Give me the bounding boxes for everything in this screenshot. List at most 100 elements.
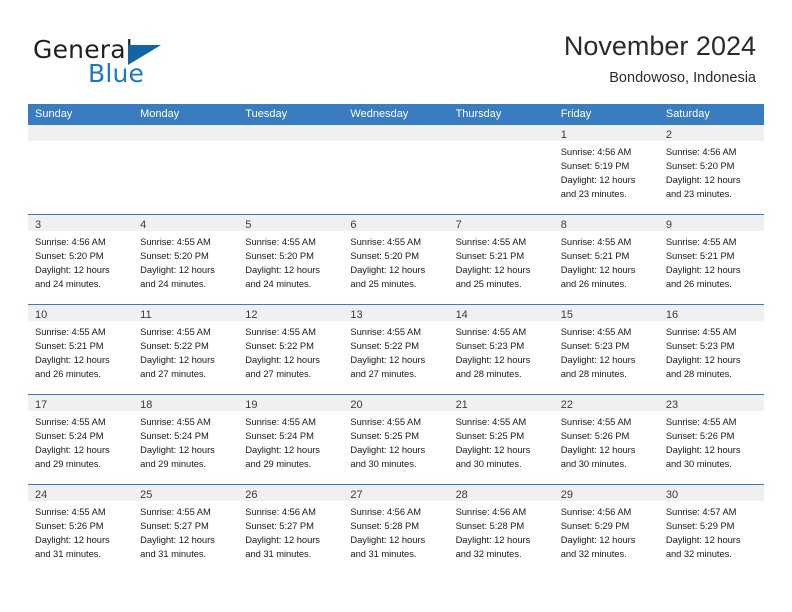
day-detail-line: Sunrise: 4:55 AM — [665, 236, 737, 247]
day-number-band: 5 — [238, 215, 344, 231]
day-detail-line: Sunrise: 4:55 AM — [350, 326, 422, 337]
day-number-band — [28, 125, 134, 141]
day-details: Sunrise: 4:55 AM Sunset: 5:27 PM Daylight:… — [133, 501, 238, 561]
day-detail-line: Sunrise: 4:56 AM — [35, 236, 106, 247]
calendar-day-cell[interactable]: 1 Sunrise: 4:56 AM Sunset: 5:19 PM Daylight… — [553, 125, 659, 214]
day-detail-line: and 30 minutes. — [560, 458, 627, 469]
calendar-day-cell[interactable]: 20 Sunrise: 4:55 AM Sunset: 5:25 PM Dayligh… — [343, 395, 449, 484]
day-number-band: 14 — [448, 305, 554, 321]
day-detail-line: Daylight: 12 hours — [455, 354, 531, 365]
day-detail-line: Daylight: 12 hours — [350, 354, 426, 365]
calendar-week-row: 10 Sunrise: 4:55 AM Sunset: 5:21 PM Dayligh… — [28, 305, 764, 395]
calendar-day-cell[interactable]: 8 Sunrise: 4:55 AM Sunset: 5:21 PM Daylight… — [553, 215, 659, 304]
day-detail-line: Daylight: 12 hours — [245, 354, 320, 365]
day-detail-line: Sunset: 5:20 PM — [140, 250, 209, 261]
day-number: 1 — [560, 129, 567, 141]
weekday-header-friday: Friday — [560, 108, 592, 120]
day-detail-line: and 32 minutes. — [665, 548, 732, 559]
day-details: Sunrise: 4:56 AM Sunset: 5:29 PM Daylight:… — [554, 501, 659, 561]
day-number: 8 — [560, 219, 567, 231]
day-number-band: 22 — [553, 395, 659, 411]
calendar-day-cell[interactable]: 12 Sunrise: 4:55 AM Sunset: 5:22 PM Dayligh… — [238, 305, 344, 394]
day-number: 12 — [245, 309, 258, 321]
calendar-day-cell[interactable]: 5 Sunrise: 4:55 AM Sunset: 5:20 PM Daylight… — [238, 215, 344, 304]
day-number-band: 30 — [658, 485, 764, 501]
calendar-day-cell[interactable]: 23 Sunrise: 4:55 AM Sunset: 5:26 PM Dayligh… — [658, 395, 764, 484]
day-detail-line: Sunrise: 4:55 AM — [245, 326, 316, 337]
calendar-day-cell[interactable]: 11 Sunrise: 4:55 AM Sunset: 5:22 PM Dayligh… — [133, 305, 239, 394]
day-number-band: 28 — [448, 485, 554, 501]
day-detail-line: Daylight: 12 hours — [350, 534, 426, 545]
day-detail-line: and 30 minutes. — [455, 458, 522, 469]
calendar-day-cell[interactable]: 14 Sunrise: 4:55 AM Sunset: 5:23 PM Dayligh… — [448, 305, 554, 394]
calendar-day-cell[interactable]: 17 Sunrise: 4:55 AM Sunset: 5:24 PM Dayligh… — [28, 395, 134, 484]
day-detail-line: and 23 minutes. — [560, 188, 627, 199]
day-details: Sunrise: 4:56 AM Sunset: 5:20 PM Daylight:… — [659, 141, 764, 201]
day-number: 5 — [245, 219, 252, 231]
calendar-day-cell[interactable]: 25 Sunrise: 4:55 AM Sunset: 5:27 PM Dayligh… — [133, 485, 239, 575]
calendar-day-cell[interactable]: 9 Sunrise: 4:55 AM Sunset: 5:21 PM Daylight… — [658, 215, 764, 304]
day-number: 30 — [665, 489, 679, 501]
calendar-day-cell[interactable]: 24 Sunrise: 4:55 AM Sunset: 5:26 PM Dayligh… — [28, 485, 134, 575]
day-detail-line: Daylight: 12 hours — [35, 264, 110, 275]
calendar-day-cell[interactable]: 3 Sunrise: 4:56 AM Sunset: 5:20 PM Daylight… — [28, 215, 134, 304]
day-detail-line: and 27 minutes. — [140, 368, 207, 379]
calendar-day-cell[interactable]: 2 Sunrise: 4:56 AM Sunset: 5:20 PM Daylight… — [658, 125, 764, 214]
day-details: Sunrise: 4:55 AM Sunset: 5:24 PM Daylight:… — [238, 411, 343, 471]
calendar-day-cell[interactable]: 16 Sunrise: 4:55 AM Sunset: 5:23 PM Dayligh… — [658, 305, 764, 394]
calendar-day-cell[interactable]: 22 Sunrise: 4:55 AM Sunset: 5:26 PM Dayligh… — [553, 395, 659, 484]
day-details: Sunrise: 4:55 AM Sunset: 5:21 PM Daylight:… — [449, 231, 554, 291]
calendar-day-cell-empty — [448, 125, 554, 214]
calendar-day-cell[interactable]: 18 Sunrise: 4:55 AM Sunset: 5:24 PM Dayligh… — [133, 395, 239, 484]
day-detail-line: Sunrise: 4:55 AM — [35, 326, 106, 337]
day-detail-line: Sunset: 5:27 PM — [140, 520, 209, 531]
day-detail-line: Sunset: 5:22 PM — [140, 340, 209, 351]
calendar-day-cell[interactable]: 7 Sunrise: 4:55 AM Sunset: 5:21 PM Daylight… — [448, 215, 554, 304]
calendar-day-cell[interactable]: 10 Sunrise: 4:55 AM Sunset: 5:21 PM Dayligh… — [28, 305, 134, 394]
calendar-day-cell[interactable]: 4 Sunrise: 4:55 AM Sunset: 5:20 PM Daylight… — [133, 215, 239, 304]
day-detail-line: and 24 minutes. — [140, 278, 207, 289]
day-detail-line: Sunrise: 4:55 AM — [140, 236, 211, 247]
calendar-day-cell[interactable]: 29 Sunrise: 4:56 AM Sunset: 5:29 PM Dayligh… — [553, 485, 659, 575]
day-detail-line: Daylight: 12 hours — [665, 444, 741, 455]
day-number-band — [448, 125, 554, 141]
calendar-week-row: 3 Sunrise: 4:56 AM Sunset: 5:20 PM Daylight… — [28, 215, 764, 305]
day-number-band: 11 — [133, 305, 239, 321]
day-details: Sunrise: 4:55 AM Sunset: 5:21 PM Daylight:… — [554, 231, 659, 291]
day-detail-line: Sunset: 5:24 PM — [245, 430, 314, 441]
calendar-day-cell[interactable]: 19 Sunrise: 4:55 AM Sunset: 5:24 PM Dayligh… — [238, 395, 344, 484]
day-number: 2 — [665, 129, 672, 141]
calendar-day-cell[interactable]: 21 Sunrise: 4:55 AM Sunset: 5:25 PM Dayligh… — [448, 395, 554, 484]
day-details: Sunrise: 4:55 AM Sunset: 5:25 PM Daylight:… — [343, 411, 448, 471]
day-detail-line: Daylight: 12 hours — [35, 534, 110, 545]
day-detail-line: Daylight: 12 hours — [455, 444, 531, 455]
day-details: Sunrise: 4:55 AM Sunset: 5:21 PM Daylight:… — [28, 321, 133, 381]
day-number: 3 — [35, 219, 42, 231]
day-detail-line: Daylight: 12 hours — [560, 264, 636, 275]
day-detail-line: Daylight: 12 hours — [245, 264, 320, 275]
day-detail-line: Sunrise: 4:56 AM — [665, 146, 737, 157]
calendar-day-cell[interactable]: 26 Sunrise: 4:56 AM Sunset: 5:27 PM Dayligh… — [238, 485, 344, 575]
calendar-day-cell[interactable]: 28 Sunrise: 4:56 AM Sunset: 5:28 PM Dayligh… — [448, 485, 554, 575]
day-detail-line: Sunset: 5:22 PM — [245, 340, 314, 351]
day-number-band — [133, 125, 239, 141]
day-detail-line: Sunrise: 4:55 AM — [245, 416, 316, 427]
day-details: Sunrise: 4:55 AM Sunset: 5:22 PM Daylight:… — [343, 321, 448, 381]
day-detail-line: and 24 minutes. — [245, 278, 312, 289]
day-details: Sunrise: 4:55 AM Sunset: 5:22 PM Daylight:… — [133, 321, 238, 381]
calendar-day-cell[interactable]: 15 Sunrise: 4:55 AM Sunset: 5:23 PM Dayligh… — [553, 305, 659, 394]
weekday-header-monday: Monday — [140, 108, 180, 120]
day-detail-line: and 27 minutes. — [350, 368, 417, 379]
day-detail-line: and 28 minutes. — [560, 368, 627, 379]
calendar-day-cell[interactable]: 13 Sunrise: 4:55 AM Sunset: 5:22 PM Dayligh… — [343, 305, 449, 394]
calendar-day-cell[interactable]: 6 Sunrise: 4:55 AM Sunset: 5:20 PM Daylight… — [343, 215, 449, 304]
day-number-band: 8 — [553, 215, 659, 231]
brand-logo[interactable]: General Blue — [33, 35, 243, 88]
calendar-day-cell[interactable]: 30 Sunrise: 4:57 AM Sunset: 5:29 PM Dayligh… — [658, 485, 764, 575]
day-detail-line: and 32 minutes. — [455, 548, 522, 559]
day-details: Sunrise: 4:55 AM Sunset: 5:24 PM Daylight:… — [133, 411, 238, 471]
calendar-day-cell[interactable]: 27 Sunrise: 4:56 AM Sunset: 5:28 PM Dayligh… — [343, 485, 449, 575]
weekday-header-tuesday: Tuesday — [245, 108, 288, 120]
page-header: General Blue November 2024 Bondowoso, In… — [0, 0, 792, 104]
calendar-week-row: 24 Sunrise: 4:55 AM Sunset: 5:26 PM Dayligh… — [28, 485, 764, 575]
